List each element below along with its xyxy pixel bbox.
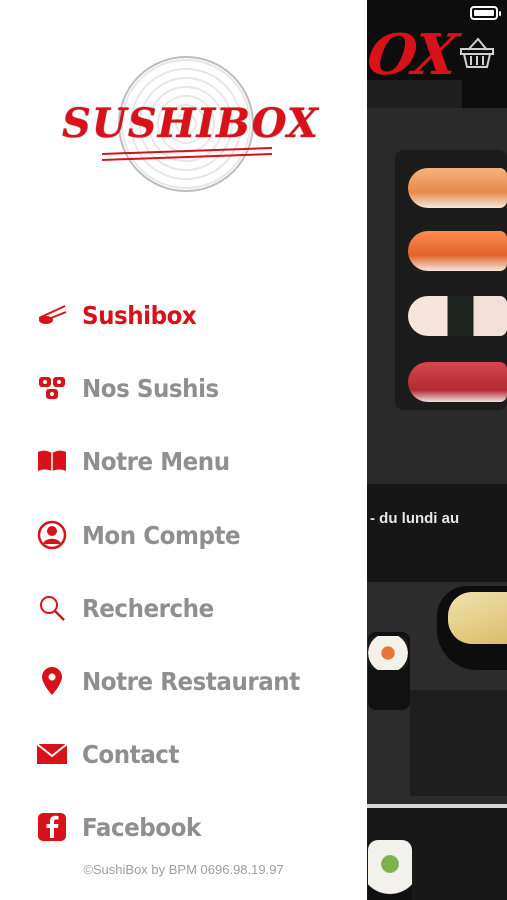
sushi-rolls-icon [36,372,68,404]
menu-label: Recherche [82,593,214,623]
menu-item-notre-restaurant[interactable]: Notre Restaurant [0,651,367,711]
logo-chopsticks [102,148,272,160]
envelope-icon [36,738,68,770]
sushi-chopsticks-icon [36,299,68,331]
menu-item-notre-menu[interactable]: Notre Menu [0,431,367,491]
menu-item-sushibox[interactable]: Sushibox [0,285,367,345]
header-strip [366,80,462,108]
menu-label: Contact [82,739,179,769]
battery-icon [470,6,501,20]
menu-label: Sushibox [82,300,197,330]
menu-item-nos-sushis[interactable]: Nos Sushis [0,358,367,418]
plate [410,690,507,796]
menu-item-contact[interactable]: Contact [0,724,367,784]
nigiri [408,362,507,402]
menu-label: Notre Menu [82,446,230,476]
hours-text: - du lundi au [370,510,460,527]
bowl-food [448,592,507,644]
menu-label: Nos Sushis [82,373,219,403]
nigiri [408,296,507,336]
menu-item-facebook[interactable]: Facebook [0,797,367,857]
header-logo: OX [363,22,460,88]
maki [368,840,412,900]
facebook-icon [36,811,68,843]
drawer-footer: ©SushiBox by BPM 0696.98.19.97 [83,862,284,877]
menu-item-recherche[interactable]: Recherche [0,578,367,638]
user-icon [36,519,68,551]
menu-item-mon-compte[interactable]: Mon Compte [0,505,367,565]
hours-band [366,484,507,582]
basket-icon[interactable] [458,36,496,70]
nigiri [408,168,507,208]
book-icon [36,445,68,477]
navigation-drawer: SUSHIBOX Sushibox Nos Sushis Notre Menu … [0,0,367,900]
logo-text: SUSHIBOX [62,100,319,147]
sushibox-logo[interactable]: SUSHIBOX [62,54,319,196]
search-icon [36,592,68,624]
menu-label: Facebook [82,812,201,842]
nigiri [408,231,507,271]
maki-top [368,636,408,670]
menu-label: Mon Compte [82,520,241,550]
map-pin-icon [36,665,68,697]
menu-label: Notre Restaurant [82,666,300,696]
